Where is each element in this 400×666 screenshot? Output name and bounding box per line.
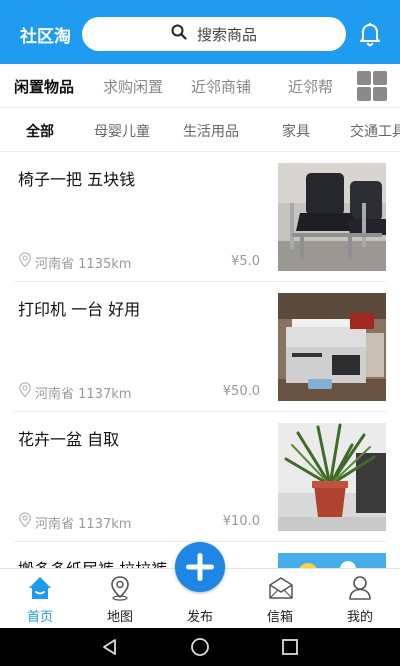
system-navigation-bar [0, 628, 400, 666]
location-pin-icon [18, 252, 32, 272]
list-item[interactable]: 花卉一盆 自取 河南省 1137km ¥10.0 [14, 412, 386, 542]
nav-map[interactable]: 地图 [80, 569, 160, 629]
nav-label: 我的 [346, 610, 373, 625]
publish-fab-button[interactable] [175, 542, 225, 592]
subtab-all[interactable]: 全部 [26, 121, 54, 141]
nav-label: 信箱 [266, 610, 293, 625]
plus-icon [186, 553, 214, 581]
nav-label: 首页 [26, 610, 53, 625]
item-location: 河南省 1137km [18, 382, 131, 402]
app-title: 社区淘 [20, 27, 71, 47]
tab-idle-items[interactable]: 闲置物品 [14, 76, 74, 97]
subtab-baby-kids[interactable]: 母婴儿童 [94, 121, 150, 141]
item-location-text: 河南省 1135km [35, 256, 132, 272]
nav-profile[interactable]: 我的 [320, 569, 400, 629]
subtab-vehicles[interactable]: 交通工具 [350, 121, 400, 141]
item-location: 河南省 1137km [18, 512, 131, 532]
notification-bell-icon[interactable] [356, 20, 384, 48]
map-pin-icon [111, 576, 129, 601]
chair-photo [278, 163, 386, 271]
subcategory-tabs: 全部 母婴儿童 生活用品 家具 交通工具 [0, 108, 400, 152]
printer-photo [278, 293, 386, 401]
location-pin-icon [18, 382, 32, 402]
top-app-bar: 社区淘 搜索商品 [0, 0, 400, 64]
search-icon [171, 24, 187, 44]
item-price: ¥10.0 [222, 514, 260, 529]
item-price: ¥5.0 [231, 254, 260, 269]
tab-wanted[interactable]: 求购闲置 [103, 76, 163, 97]
item-price: ¥50.0 [222, 384, 260, 399]
item-list: 椅子一把 五块钱 河南省 1135km ¥5.0 打印机 一台 好用 河南省 1… [0, 152, 400, 568]
tab-neighbor-help[interactable]: 近邻帮 [288, 76, 333, 97]
nav-label: 地图 [106, 610, 133, 625]
list-item[interactable]: 椅子一把 五块钱 河南省 1135km ¥5.0 [14, 152, 386, 282]
location-pin-icon [18, 512, 32, 532]
user-icon [349, 576, 371, 600]
subtab-furniture[interactable]: 家具 [282, 121, 310, 141]
tab-nearby-shops[interactable]: 近邻商铺 [191, 76, 251, 97]
item-title: 花卉一盆 自取 [18, 430, 120, 449]
item-location-text: 河南省 1137km [35, 516, 132, 532]
list-item[interactable]: 打印机 一台 好用 河南省 1137km ¥50.0 [14, 282, 386, 412]
search-bar[interactable]: 搜索商品 [82, 17, 346, 51]
home-circle-icon[interactable] [190, 637, 210, 657]
item-location-text: 河南省 1137km [35, 386, 132, 402]
back-icon[interactable] [100, 637, 120, 657]
nav-home[interactable]: 首页 [0, 569, 80, 629]
grid-menu-icon[interactable] [356, 70, 388, 102]
item-title: 搬多多纸尿裤 拉拉裤 [18, 556, 167, 568]
home-icon [29, 577, 51, 599]
recents-square-icon[interactable] [280, 637, 300, 657]
item-title: 打印机 一台 好用 [18, 300, 141, 319]
plant-photo [278, 423, 386, 531]
subtab-daily-goods[interactable]: 生活用品 [183, 121, 239, 141]
item-title: 椅子一把 五块钱 [18, 170, 136, 189]
category-tabs: 闲置物品 求购闲置 近邻商铺 近邻帮 [0, 64, 400, 108]
item-location: 河南省 1135km [18, 252, 131, 272]
nav-label: 发布 [186, 610, 213, 625]
nav-mailbox[interactable]: 信箱 [240, 569, 320, 629]
mail-icon [269, 577, 293, 599]
search-placeholder: 搜索商品 [196, 25, 257, 44]
diaper-photo [278, 553, 386, 568]
